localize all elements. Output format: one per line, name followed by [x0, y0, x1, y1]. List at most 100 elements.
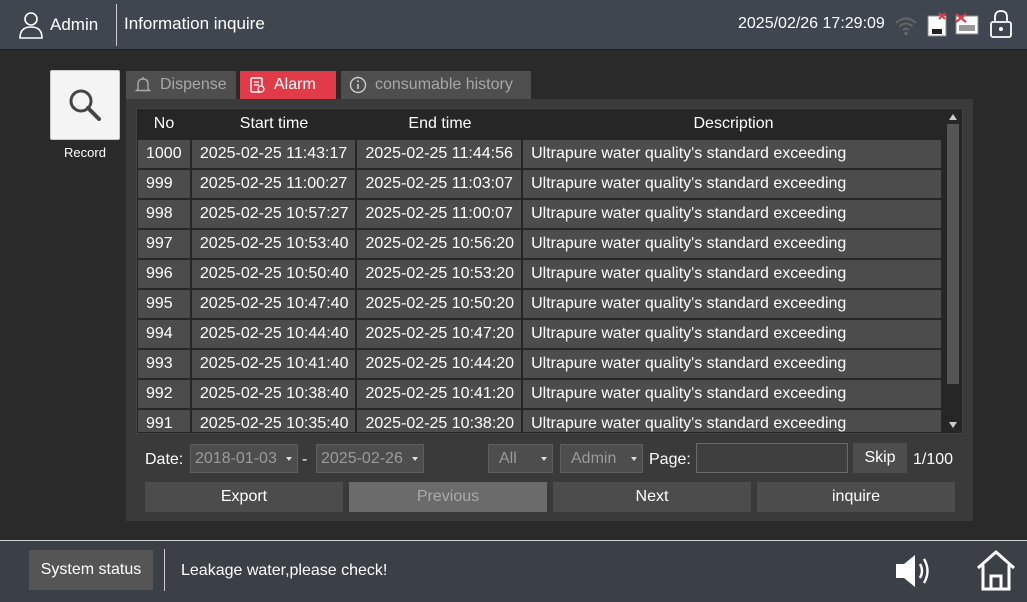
cell-start-time: 2025-02-25 10:35:40	[191, 410, 356, 432]
tab-consumable-history[interactable]: consumable history	[341, 71, 531, 99]
next-button[interactable]: Next	[553, 482, 751, 512]
wifi-icon	[895, 17, 917, 36]
user-name: Admin	[50, 15, 99, 34]
skip-button[interactable]: Skip	[853, 443, 907, 473]
cell-description: Ultrapure water quality's standard excee…	[523, 320, 941, 348]
cell-no: 996	[138, 260, 190, 288]
page-input[interactable]	[696, 443, 848, 473]
tab-dispense[interactable]: Dispense	[126, 71, 236, 99]
tab-consumable-history-label: consumable history	[375, 76, 513, 93]
usb-disconnected-icon[interactable]	[926, 12, 948, 38]
cell-start-time: 2025-02-25 10:44:40	[191, 320, 356, 348]
search-icon	[69, 89, 101, 121]
cell-no: 999	[138, 170, 190, 198]
previous-button[interactable]: Previous	[349, 482, 547, 512]
type-select-value: All	[499, 450, 517, 467]
user-indicator[interactable]: Admin	[18, 10, 98, 40]
cell-start-time: 2025-02-25 10:41:40	[191, 350, 356, 378]
cell-end-time: 2025-02-25 10:50:20	[357, 290, 522, 318]
tab-alarm-label: Alarm	[274, 76, 316, 93]
cell-end-time: 2025-02-25 10:53:20	[357, 260, 522, 288]
cell-no: 993	[138, 350, 190, 378]
divider	[116, 4, 117, 46]
cell-end-time: 2025-02-25 10:56:20	[357, 230, 522, 258]
alarm-log-icon	[250, 77, 265, 93]
cell-end-time: 2025-02-25 11:03:07	[357, 170, 522, 198]
page-indicator: 1/100	[913, 451, 954, 468]
cell-no: 995	[138, 290, 190, 318]
table-body: 1000 2025-02-25 11:43:17 2025-02-25 11:44:…	[138, 140, 943, 432]
cell-start-time: 2025-02-25 11:43:17	[191, 140, 356, 168]
cell-start-time: 2025-02-25 10:38:40	[191, 380, 356, 408]
cell-description: Ultrapure water quality's standard excee…	[523, 410, 941, 432]
cell-end-time: 2025-02-25 10:38:20	[357, 410, 522, 432]
cell-description: Ultrapure water quality's standard excee…	[523, 200, 941, 228]
date-from-value: 2018-01-03	[195, 450, 277, 467]
export-button[interactable]: Export	[145, 482, 343, 512]
cell-description: Ultrapure water quality's standard excee…	[523, 350, 941, 378]
record-label: Record	[64, 145, 106, 160]
dropdown-arrow-icon	[412, 457, 418, 461]
date-to-value: 2025-02-26	[321, 450, 403, 467]
cell-description: Ultrapure water quality's standard excee…	[523, 260, 941, 288]
cell-description: Ultrapure water quality's standard excee…	[523, 170, 941, 198]
system-status-button[interactable]: System status	[29, 550, 153, 590]
user-select-value: Admin	[571, 450, 617, 467]
dropdown-arrow-icon	[541, 457, 547, 461]
scroll-down-arrow-icon[interactable]	[949, 422, 957, 428]
column-header-description[interactable]: Description	[524, 110, 943, 138]
table-row[interactable]: 999 2025-02-25 11:00:27 2025-02-25 11:03:0…	[138, 170, 943, 198]
table-header: No Start time End time Description	[138, 110, 943, 138]
date-from-picker[interactable]: 2018-01-03	[190, 444, 298, 473]
user-icon	[19, 12, 43, 39]
cell-end-time: 2025-02-25 10:47:20	[357, 320, 522, 348]
table-row[interactable]: 1000 2025-02-25 11:43:17 2025-02-25 11:44:…	[138, 140, 943, 168]
tab-dispense-label: Dispense	[160, 76, 227, 93]
cell-no: 997	[138, 230, 190, 258]
cell-description: Ultrapure water quality's standard excee…	[523, 230, 941, 258]
printer-disconnected-icon[interactable]	[954, 12, 980, 38]
user-select[interactable]: Admin	[560, 444, 643, 473]
cell-description: Ultrapure water quality's standard excee…	[523, 290, 941, 318]
table-row[interactable]: 998 2025-02-25 10:57:27 2025-02-25 11:00:0…	[138, 200, 943, 228]
cell-no: 1000	[138, 140, 190, 168]
scroll-up-arrow-icon[interactable]	[949, 114, 957, 120]
cell-description: Ultrapure water quality's standard excee…	[523, 140, 941, 168]
cell-end-time: 2025-02-25 10:44:20	[357, 350, 522, 378]
table-row[interactable]: 991 2025-02-25 10:35:40 2025-02-25 10:38:2…	[138, 410, 943, 432]
page-label: Page:	[649, 451, 691, 468]
cell-no: 998	[138, 200, 190, 228]
record-button[interactable]	[50, 70, 120, 140]
type-select[interactable]: All	[488, 444, 553, 473]
cell-end-time: 2025-02-25 10:41:20	[357, 380, 522, 408]
date-to-picker[interactable]: 2025-02-26	[316, 444, 424, 473]
table-row[interactable]: 994 2025-02-25 10:44:40 2025-02-25 10:47:2…	[138, 320, 943, 348]
cell-start-time: 2025-02-25 10:50:40	[191, 260, 356, 288]
inquire-button[interactable]: inquire	[757, 482, 955, 512]
page-title: Information inquire	[124, 14, 265, 33]
table-row[interactable]: 993 2025-02-25 10:41:40 2025-02-25 10:44:2…	[138, 350, 943, 378]
table-row[interactable]: 995 2025-02-25 10:47:40 2025-02-25 10:50:2…	[138, 290, 943, 318]
table-scrollbar[interactable]	[945, 110, 961, 432]
cell-start-time: 2025-02-25 11:00:27	[191, 170, 356, 198]
table-row[interactable]: 992 2025-02-25 10:38:40 2025-02-25 10:41:2…	[138, 380, 943, 408]
column-header-start-time[interactable]: Start time	[192, 110, 356, 138]
column-header-no[interactable]: No	[138, 110, 190, 138]
table-row[interactable]: 996 2025-02-25 10:50:40 2025-02-25 10:53:2…	[138, 260, 943, 288]
cell-no: 992	[138, 380, 190, 408]
cell-start-time: 2025-02-25 10:47:40	[191, 290, 356, 318]
date-separator: -	[302, 451, 308, 468]
dropdown-arrow-icon	[286, 457, 292, 461]
tab-alarm[interactable]: Alarm	[240, 71, 336, 99]
column-header-end-time[interactable]: End time	[358, 110, 522, 138]
speaker-icon[interactable]	[893, 550, 937, 592]
scroll-thumb[interactable]	[947, 124, 959, 384]
cell-no: 991	[138, 410, 190, 432]
cell-no: 994	[138, 320, 190, 348]
bottom-bar	[0, 540, 1027, 602]
table-row[interactable]: 997 2025-02-25 10:53:40 2025-02-25 10:56:2…	[138, 230, 943, 258]
lock-icon[interactable]	[988, 9, 1014, 39]
dropdown-arrow-icon	[631, 457, 637, 461]
info-icon	[349, 76, 367, 94]
home-icon[interactable]	[975, 548, 1017, 592]
